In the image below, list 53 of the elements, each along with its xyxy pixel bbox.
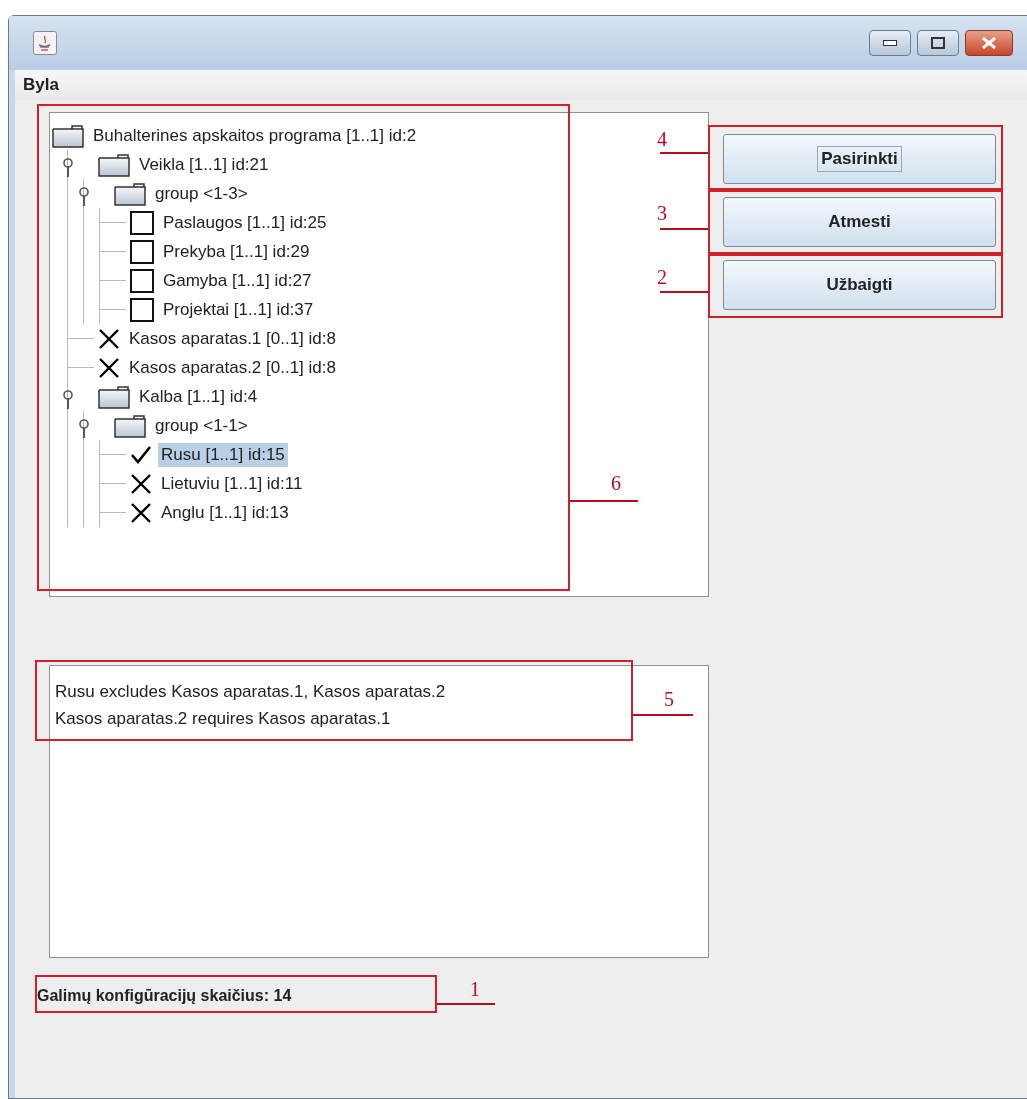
checkbox-icon[interactable] [130,268,154,293]
tree-node-label[interactable]: Anglu [1..1] id:13 [158,500,292,525]
folder-icon [114,181,146,206]
tree-node-label[interactable]: Rusu [1..1] id:15 [158,442,288,467]
expand-handle-icon[interactable] [78,417,90,440]
tree-node-label[interactable]: group <1-3> [152,181,251,206]
expand-handle-icon[interactable] [62,156,74,179]
annotation-number: 6 [611,472,621,495]
menu-item[interactable]: Byla [19,73,63,97]
constraint-message: Kasos aparatas.2 requires Kasos aparatas.1 [55,708,391,730]
tree-node-label[interactable]: group <1-1> [152,413,251,438]
leader-line [633,714,693,716]
checkbox-icon[interactable] [130,210,154,235]
tree-node-label[interactable]: Paslaugos [1..1] id:25 [160,210,330,235]
tree-node-label[interactable]: Projektai [1..1] id:37 [160,297,317,322]
tree-node-label[interactable]: Kasos aparatas.1 [0..1] id:8 [126,326,339,351]
close-button[interactable] [965,30,1013,56]
leader-line [660,291,708,293]
tree-node-label[interactable]: Kalba [1..1] id:4 [136,384,261,409]
configuration-count: Galimų konfigūracijų skaičius: 14 [37,987,292,1005]
expand-handle-icon[interactable] [62,388,74,411]
leader-line [437,1003,495,1005]
constraint-message: Rusu excludes Kasos aparatas.1, Kasos aparatas.2 [55,681,446,703]
checkbox-icon[interactable] [130,239,154,264]
leader-line [660,152,708,154]
action-button[interactable]: Užbaigti [723,260,996,310]
tree-node-label[interactable]: Veikla [1..1] id:21 [136,152,272,177]
action-button[interactable]: Pasirinkti [723,134,996,184]
tree-node-label[interactable]: Gamyba [1..1] id:27 [160,268,315,293]
expand-handle-icon[interactable] [78,185,90,208]
maximize-icon [931,37,945,49]
folder-icon [98,384,130,409]
close-icon [981,37,997,49]
annotation-number: 1 [470,978,480,1001]
action-button[interactable]: Atmesti [723,197,996,247]
annotation-number: 3 [657,202,667,225]
annotation-number: 4 [657,128,667,151]
folder-icon [98,152,130,177]
leader-line [660,228,708,230]
folder-icon [52,123,84,148]
tree-node-label[interactable]: Lietuviu [1..1] id:11 [158,471,306,496]
tree-node-label[interactable]: Kasos aparatas.2 [0..1] id:8 [126,355,339,380]
minimize-icon [883,40,897,46]
tree-node-label[interactable]: Prekyba [1..1] id:29 [160,239,313,264]
folder-icon [114,413,146,438]
tree-node-label[interactable]: Buhalterines apskaitos programa [1..1] id:2 [90,123,420,148]
annotation-number: 5 [664,688,674,711]
leader-line [570,500,638,502]
coffee-cup-icon [33,31,57,55]
maximize-button[interactable] [917,30,959,56]
minimize-button[interactable] [869,30,911,56]
checkbox-icon[interactable] [130,297,154,322]
annotation-number: 2 [657,266,667,289]
